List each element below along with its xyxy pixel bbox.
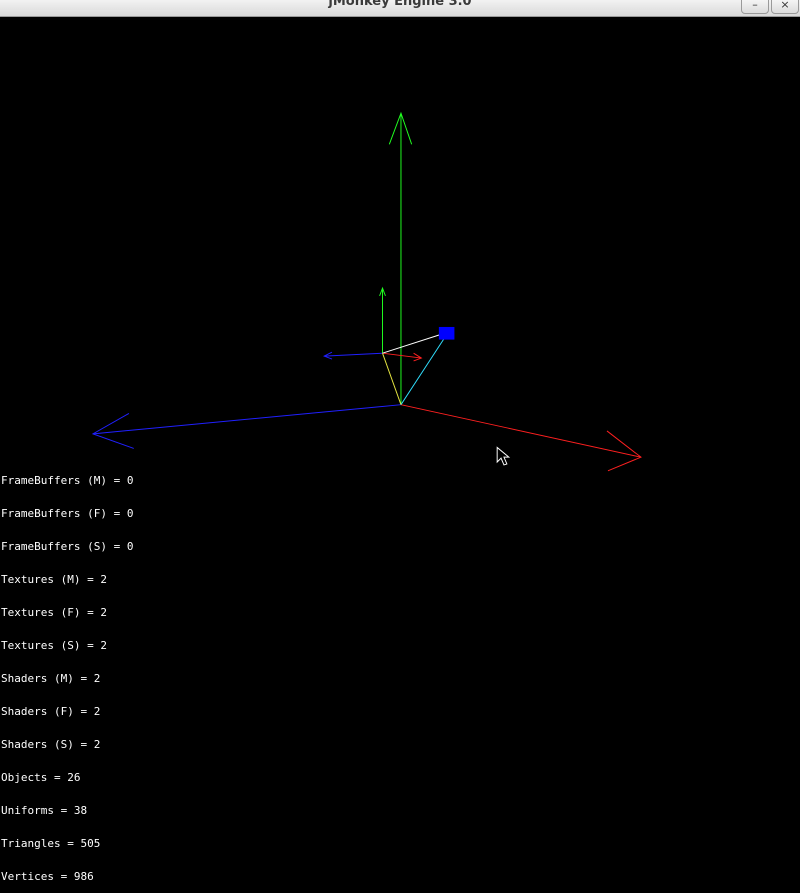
- title-bar: jMonkey Engine 3.0 – ×: [0, 0, 800, 17]
- link-white: [382, 334, 440, 354]
- stat-line: Vertices = 986: [1, 870, 94, 883]
- stat-line: FrameBuffers (S) = 0: [1, 540, 134, 553]
- blue-box[interactable]: [438, 326, 455, 340]
- mouse-cursor-icon: [496, 446, 511, 466]
- stat-line: Textures (F) = 2: [1, 606, 107, 619]
- world-z-axis: [92, 404, 402, 435]
- stats-overlay: FrameBuffers (M) = 0 FrameBuffers (F) = …: [1, 453, 133, 893]
- link-cyan: [400, 337, 446, 405]
- stat-line: Shaders (S) = 2: [1, 738, 101, 751]
- link-yellow: [382, 353, 402, 405]
- stat-line: Shaders (M) = 2: [1, 672, 101, 685]
- stat-line: Textures (S) = 2: [1, 639, 107, 652]
- minimize-button[interactable]: –: [741, 0, 769, 14]
- stat-line: Uniforms = 38: [1, 804, 88, 817]
- stat-line: Triangles = 505: [1, 837, 101, 850]
- stat-line: FrameBuffers (M) = 0: [1, 474, 134, 487]
- stat-line: Textures (M) = 2: [1, 573, 107, 586]
- window-title: jMonkey Engine 3.0: [328, 0, 472, 9]
- local-z-axis: [324, 352, 383, 357]
- stat-line: Objects = 26: [1, 771, 81, 784]
- world-x-axis: [400, 404, 642, 458]
- close-button[interactable]: ×: [771, 0, 799, 14]
- stat-line: Shaders (F) = 2: [1, 705, 101, 718]
- stat-line: FrameBuffers (F) = 0: [1, 507, 134, 520]
